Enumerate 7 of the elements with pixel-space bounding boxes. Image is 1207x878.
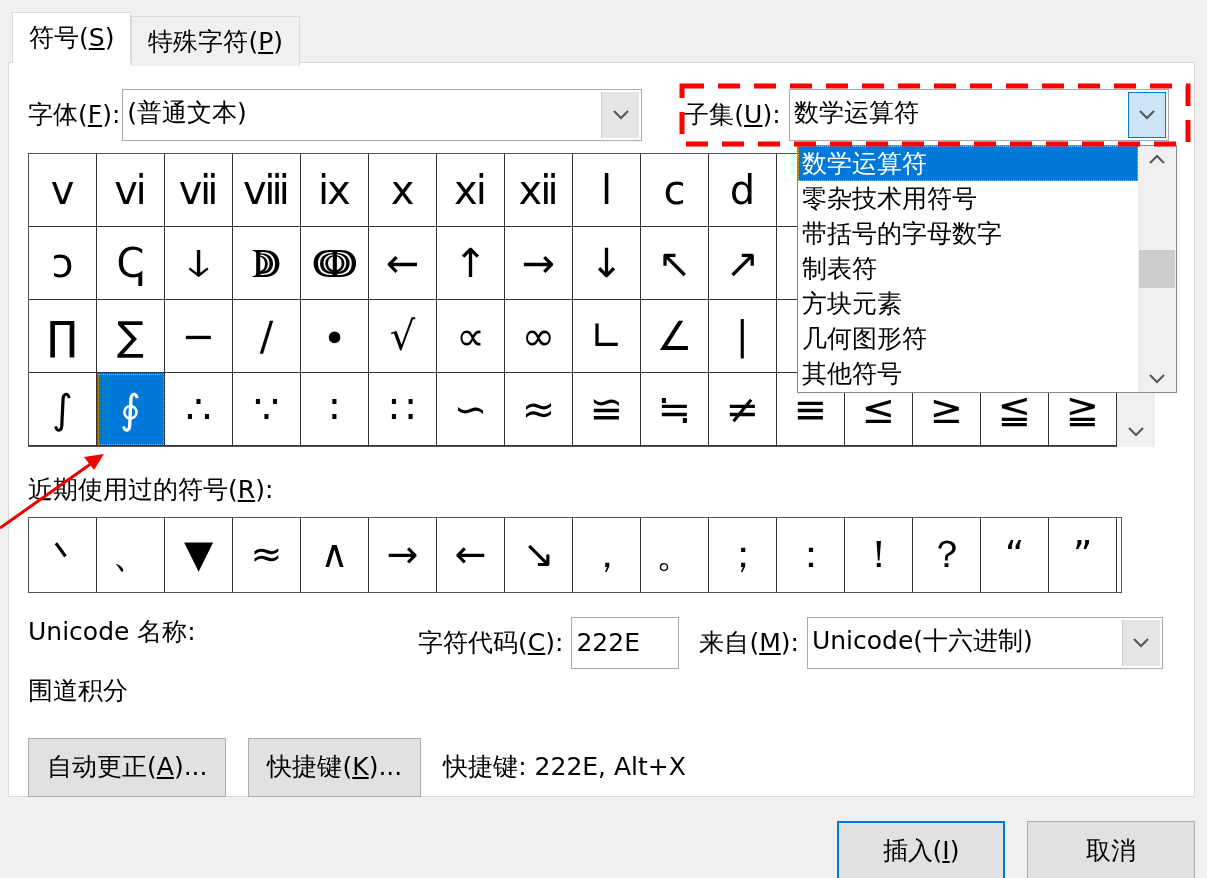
field-label: 字体(F):	[28, 99, 121, 132]
field-label: Unicode 名称:	[28, 616, 196, 646]
field-label: 字符代码(C):	[418, 626, 564, 659]
field-label: 来自(M):	[699, 626, 799, 659]
unicode-name-text: 围道积分	[28, 676, 128, 705]
shortcut-text: 快捷键: 222E, Alt+X	[443, 751, 686, 784]
field-label: 子集(U):	[684, 99, 781, 132]
